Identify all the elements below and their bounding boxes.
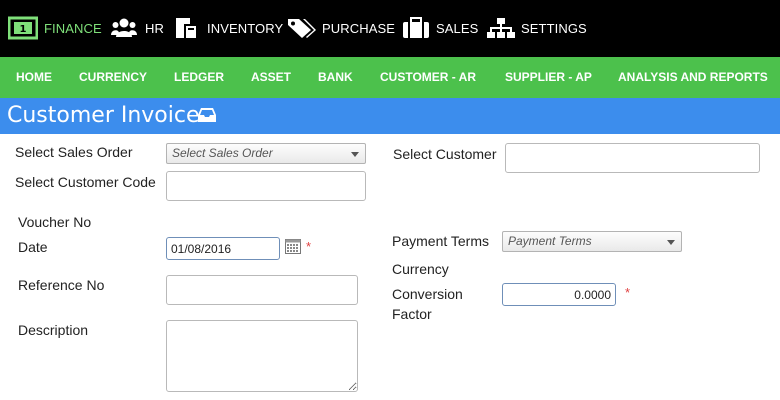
inbox-icon[interactable] xyxy=(197,107,217,123)
module-inventory[interactable]: INVENTORY xyxy=(174,14,283,42)
module-sales[interactable]: SALES xyxy=(402,14,478,42)
module-bar: 1 FINANCE HR INVENTORY PURCHASE SALES SE… xyxy=(0,0,780,57)
nav-supplier-ap[interactable]: SUPPLIER - AP xyxy=(505,57,592,98)
module-label: SETTINGS xyxy=(521,20,587,36)
customer-input[interactable] xyxy=(505,143,760,173)
sitemap-icon xyxy=(487,18,515,38)
conversion-factor-input[interactable] xyxy=(502,283,616,306)
nav-currency[interactable]: CURRENCY xyxy=(79,57,147,98)
sales-order-label: Select Sales Order xyxy=(15,144,133,160)
payment-terms-value: Payment Terms xyxy=(508,234,592,248)
nav-ledger[interactable]: LEDGER xyxy=(174,57,224,98)
page-title: Customer Invoice xyxy=(7,103,200,128)
description-label: Description xyxy=(18,322,89,338)
reference-label: Reference No xyxy=(18,277,105,293)
main-nav: HOME CURRENCY LEDGER ASSET BANK CUSTOMER… xyxy=(0,57,780,98)
calendar-icon[interactable] xyxy=(285,239,301,254)
nav-bank[interactable]: BANK xyxy=(318,57,353,98)
chevron-down-icon xyxy=(351,152,359,157)
nav-analysis-reports[interactable]: ANALYSIS AND REPORTS xyxy=(618,57,768,98)
customer-code-input[interactable] xyxy=(166,171,366,201)
nav-home[interactable]: HOME xyxy=(16,57,52,98)
chevron-down-icon xyxy=(667,240,675,245)
module-hr[interactable]: HR xyxy=(111,14,164,42)
nav-asset[interactable]: ASSET xyxy=(251,57,291,98)
customer-code-label: Select Customer Code xyxy=(15,174,156,190)
module-finance[interactable]: 1 FINANCE xyxy=(8,14,102,42)
module-settings[interactable]: SETTINGS xyxy=(487,14,587,42)
required-mark: * xyxy=(625,285,631,300)
conversion-label-factor: Factor xyxy=(392,306,432,322)
module-label: INVENTORY xyxy=(207,20,284,36)
sales-order-select[interactable]: Select Sales Order xyxy=(166,143,366,164)
finance-icon: 1 xyxy=(8,16,38,40)
inventory-icon xyxy=(176,18,196,38)
required-mark: * xyxy=(306,239,312,254)
title-bar: Customer Invoice xyxy=(0,98,780,134)
svg-text:1: 1 xyxy=(20,24,27,35)
module-purchase[interactable]: PURCHASE xyxy=(287,14,395,42)
date-label: Date xyxy=(18,239,48,255)
people-icon xyxy=(111,18,137,37)
tags-icon xyxy=(288,19,316,38)
payment-terms-label: Payment Terms xyxy=(392,233,489,249)
conversion-label: Conversion xyxy=(392,286,463,302)
voucher-label: Voucher No xyxy=(18,214,92,230)
module-label: FINANCE xyxy=(44,20,102,36)
sales-order-value: Select Sales Order xyxy=(172,146,273,160)
module-label: HR xyxy=(145,20,164,36)
reference-input[interactable] xyxy=(166,275,358,305)
payment-terms-select[interactable]: Payment Terms xyxy=(502,231,682,252)
date-input[interactable] xyxy=(166,237,280,260)
nav-customer-ar[interactable]: CUSTOMER - AR xyxy=(380,57,476,98)
module-label: SALES xyxy=(436,20,479,36)
module-label: PURCHASE xyxy=(322,20,396,36)
customer-label: Select Customer xyxy=(393,146,497,162)
description-textarea[interactable] xyxy=(166,320,358,392)
briefcase-icon xyxy=(403,17,429,38)
currency-label: Currency xyxy=(392,261,449,277)
